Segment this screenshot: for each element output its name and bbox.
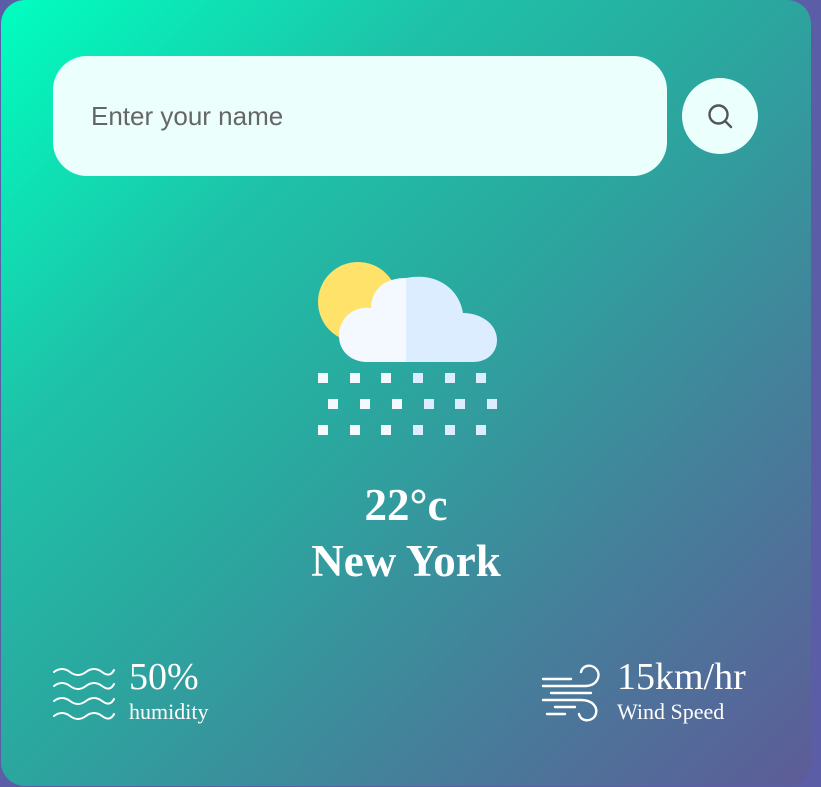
wind-speed-label: Wind Speed [617,699,725,724]
search-button[interactable] [682,78,758,154]
humidity-value: 50% [129,656,199,698]
wind-icon [541,664,600,722]
search-icon [708,104,733,129]
humidity-label: humidity [129,699,209,724]
humidity-waves-icon [53,668,115,720]
temperature: 22°c [364,480,448,530]
weather-card: 22°c New York 50% humidity 15km/hr Wind … [1,0,811,786]
search-input[interactable] [53,56,667,176]
cloud-sun-snow-icon [318,262,497,435]
city-name: New York [311,536,501,586]
wind-speed-value: 15km/hr [617,656,746,698]
